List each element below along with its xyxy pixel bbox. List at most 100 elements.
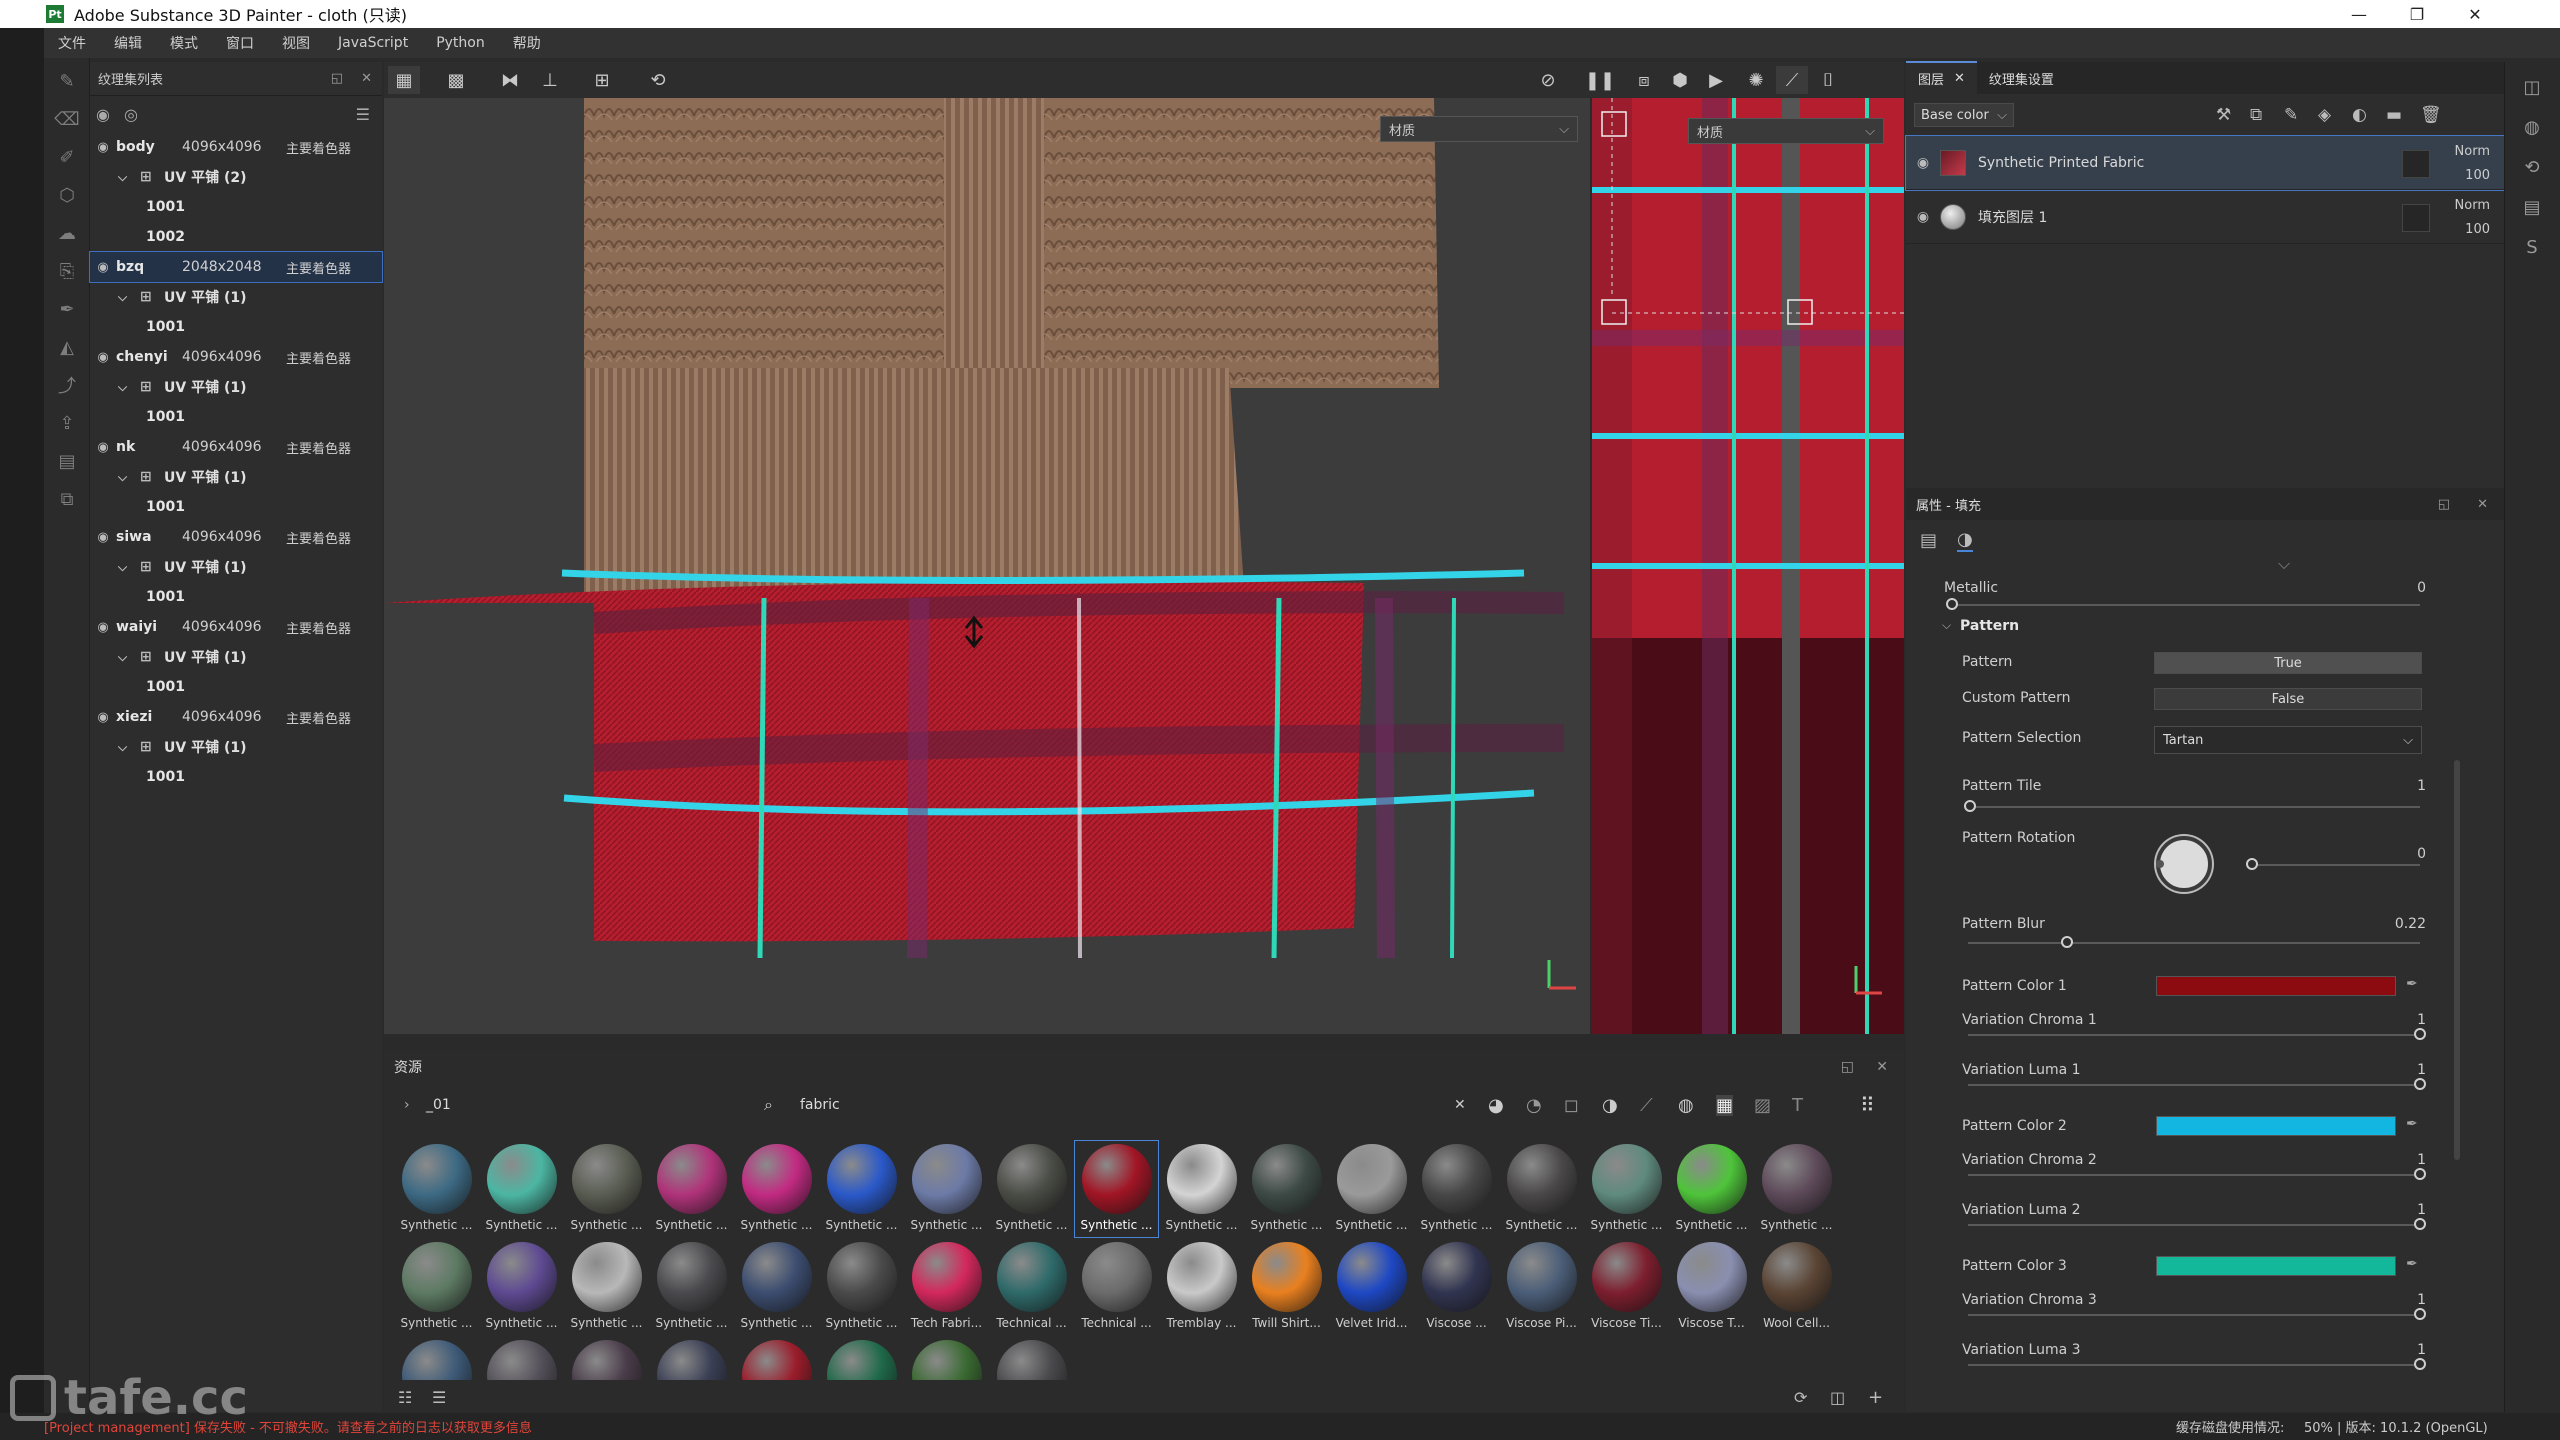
pattern-blur-slider-handle[interactable] bbox=[2061, 936, 2074, 948]
assets-path[interactable]: _01 bbox=[426, 1097, 451, 1113]
brush-mode-icon[interactable]: ⟋ bbox=[1776, 66, 1808, 94]
material-thumbnail[interactable]: Synthetic ... bbox=[1329, 1140, 1414, 1238]
close-panel-icon[interactable]: ✕ bbox=[1876, 1059, 1888, 1075]
filter-generators-icon[interactable]: ◑ bbox=[1602, 1095, 1618, 1116]
chevron-down-icon[interactable]: ⌵ bbox=[118, 290, 140, 305]
menu-help[interactable]: 帮助 bbox=[499, 33, 555, 53]
material-thumbnail[interactable]: Synthetic ... bbox=[1414, 1140, 1499, 1238]
layer-row[interactable]: ◉ 填充图层 1 Norm 100 bbox=[1906, 190, 2504, 244]
compare-icon[interactable]: ⧈ bbox=[1628, 66, 1660, 94]
eyedropper-icon[interactable]: ✒ bbox=[2406, 1116, 2426, 1132]
material-thumbnail[interactable]: Synthetic ... bbox=[819, 1140, 904, 1238]
camera-icon[interactable]: ▶ bbox=[1700, 66, 1732, 94]
split-view-icon[interactable]: ▩ bbox=[440, 66, 472, 94]
material-thumbnail[interactable]: Synthetic ... bbox=[989, 1140, 1074, 1238]
material-thumbnail[interactable]: Viscose Pi... bbox=[1499, 1238, 1584, 1336]
add-fill-layer-icon[interactable]: ◈ bbox=[2318, 105, 2331, 125]
texture-set-shader[interactable]: 主要着色器 bbox=[286, 348, 351, 367]
frame-icon[interactable]: ⊞ bbox=[586, 66, 618, 94]
material-thumbnail[interactable] bbox=[649, 1336, 734, 1380]
properties-layer-icon[interactable]: ▤ bbox=[1920, 530, 1937, 551]
variation-chroma-slider[interactable] bbox=[1968, 1314, 2420, 1316]
texture-set-shader[interactable]: 主要着色器 bbox=[286, 618, 351, 637]
pattern-section-title[interactable]: Pattern bbox=[1960, 618, 2480, 634]
add-folder-icon[interactable]: ▬ bbox=[2386, 105, 2402, 125]
filter-images-icon[interactable]: ▨ bbox=[1754, 1095, 1771, 1116]
history-icon[interactable]: ⟲ bbox=[642, 66, 674, 94]
clone-icon[interactable]: ⎘ bbox=[52, 256, 82, 286]
close-tab-icon[interactable]: ✕ bbox=[1954, 71, 1965, 86]
texture-set-row[interactable]: ◉ waiyi 4096x4096 主要着色器 bbox=[90, 612, 382, 642]
new-window-icon[interactable]: ◫ bbox=[1830, 1388, 1845, 1407]
uv-tile-item[interactable]: 1001 bbox=[90, 192, 382, 222]
uv-tile-item[interactable]: 1001 bbox=[90, 402, 382, 432]
material-thumbnail[interactable]: Synthetic ... bbox=[1669, 1140, 1754, 1238]
history-icon[interactable]: ⟲ bbox=[2517, 152, 2547, 182]
variation-luma-slider[interactable] bbox=[1968, 1364, 2420, 1366]
eye-icon[interactable]: ◉ bbox=[90, 260, 116, 275]
eye-icon[interactable]: ◉ bbox=[90, 350, 116, 365]
bake-icon[interactable]: ▤ bbox=[52, 446, 82, 476]
material-select-3d[interactable]: 材质 ⌵ bbox=[1380, 116, 1578, 142]
variation-luma-slider[interactable] bbox=[1968, 1224, 2420, 1226]
close-window-button[interactable]: ✕ bbox=[2446, 0, 2504, 28]
variation-chroma-slider-handle[interactable] bbox=[2414, 1168, 2426, 1180]
pattern-color-swatch[interactable] bbox=[2156, 1256, 2396, 1276]
eye-icon[interactable]: ◉ bbox=[90, 440, 116, 455]
layer-blend-mode[interactable]: Norm bbox=[2455, 144, 2490, 159]
material-thumbnail[interactable]: Synthetic ... bbox=[904, 1140, 989, 1238]
channel-select[interactable]: Base color ⌵ bbox=[1914, 103, 2014, 127]
close-panel-icon[interactable]: ✕ bbox=[361, 71, 372, 86]
chevron-down-icon[interactable]: ⌵ bbox=[118, 740, 140, 755]
material-thumbnail[interactable]: Synthetic ... bbox=[819, 1238, 904, 1336]
hide-icon[interactable]: ⊘ bbox=[1532, 66, 1564, 94]
material-thumbnail[interactable]: Synthetic ... bbox=[1074, 1140, 1159, 1238]
texture-set-row[interactable]: ◉ body 4096x4096 主要着色器 bbox=[90, 132, 382, 162]
material-thumbnail[interactable]: Synthetic ... bbox=[734, 1238, 819, 1336]
menu-window[interactable]: 窗口 bbox=[212, 33, 268, 53]
variation-chroma-slider[interactable] bbox=[1968, 1174, 2420, 1176]
viewport-3d[interactable]: 材质 ⌵ bbox=[384, 98, 1590, 1034]
properties-scrollbar[interactable] bbox=[2454, 760, 2460, 1160]
layer-opacity[interactable]: 100 bbox=[2465, 222, 2490, 237]
material-thumbnail[interactable]: Synthetic ... bbox=[564, 1238, 649, 1336]
pattern-tile-slider-handle[interactable] bbox=[1964, 800, 1976, 812]
texture-set-shader[interactable]: 主要着色器 bbox=[286, 258, 351, 277]
polygon-fill-icon[interactable]: ◭ bbox=[52, 332, 82, 362]
metallic-slider-handle[interactable] bbox=[1946, 598, 1958, 610]
material-thumbnail[interactable]: Tremblay ... bbox=[1159, 1238, 1244, 1336]
uv-tiles-row[interactable]: ⌵ ⊞ UV 平铺 (1) bbox=[90, 642, 382, 672]
material-thumbnail[interactable]: Synthetic ... bbox=[394, 1140, 479, 1238]
material-thumbnail[interactable]: Synthetic ... bbox=[479, 1238, 564, 1336]
chevron-down-icon[interactable]: ⌵ bbox=[118, 380, 140, 395]
custom-pattern-toggle[interactable]: False bbox=[2154, 688, 2422, 710]
variation-luma-slider-handle[interactable] bbox=[2414, 1358, 2426, 1370]
material-thumbnail[interactable]: Synthetic ... bbox=[1159, 1140, 1244, 1238]
eye-icon[interactable]: ◉ bbox=[90, 140, 116, 155]
geometry-fill-icon[interactable]: ⬡ bbox=[52, 180, 82, 210]
float-panel-icon[interactable]: ◱ bbox=[331, 71, 343, 86]
tab-layers[interactable]: 图层 ✕ bbox=[1906, 61, 1977, 94]
uv-tiles-row[interactable]: ⌵ ⊞ UV 平铺 (1) bbox=[90, 282, 382, 312]
eye-icon[interactable]: ◉ bbox=[90, 620, 116, 635]
texture-set-row[interactable]: ◉ siwa 4096x4096 主要着色器 bbox=[90, 522, 382, 552]
metallic-slider[interactable] bbox=[1954, 604, 2420, 606]
uv-tile-item[interactable]: 1001 bbox=[90, 582, 382, 612]
substance-icon[interactable]: S bbox=[2517, 232, 2547, 262]
pattern-rotation-slider[interactable] bbox=[2252, 864, 2420, 866]
material-thumbnail[interactable]: Velvet Irid... bbox=[1329, 1238, 1414, 1336]
texture-set-row[interactable]: ◉ nk 4096x4096 主要着色器 bbox=[90, 432, 382, 462]
pattern-blur-slider[interactable] bbox=[1968, 942, 2420, 944]
layer-blend-mode[interactable]: Norm bbox=[2455, 198, 2490, 213]
search-input[interactable]: fabric bbox=[800, 1097, 840, 1113]
uv-tiles-row[interactable]: ⌵ ⊞ UV 平铺 (1) bbox=[90, 552, 382, 582]
visibility-toggle-icon[interactable]: ◉ bbox=[96, 105, 110, 124]
pattern-color-swatch[interactable] bbox=[2156, 1116, 2396, 1136]
filter-materials-icon[interactable]: ◕ bbox=[1488, 1095, 1504, 1116]
material-thumbnail[interactable] bbox=[479, 1336, 564, 1380]
eraser-icon[interactable]: ⌫ bbox=[52, 104, 82, 134]
menu-python[interactable]: Python bbox=[422, 35, 499, 51]
pause-icon[interactable]: ❚❚ bbox=[1584, 66, 1616, 94]
material-thumbnail[interactable]: Synthetic ... bbox=[649, 1238, 734, 1336]
export-icon[interactable]: ⇪ bbox=[52, 408, 82, 438]
